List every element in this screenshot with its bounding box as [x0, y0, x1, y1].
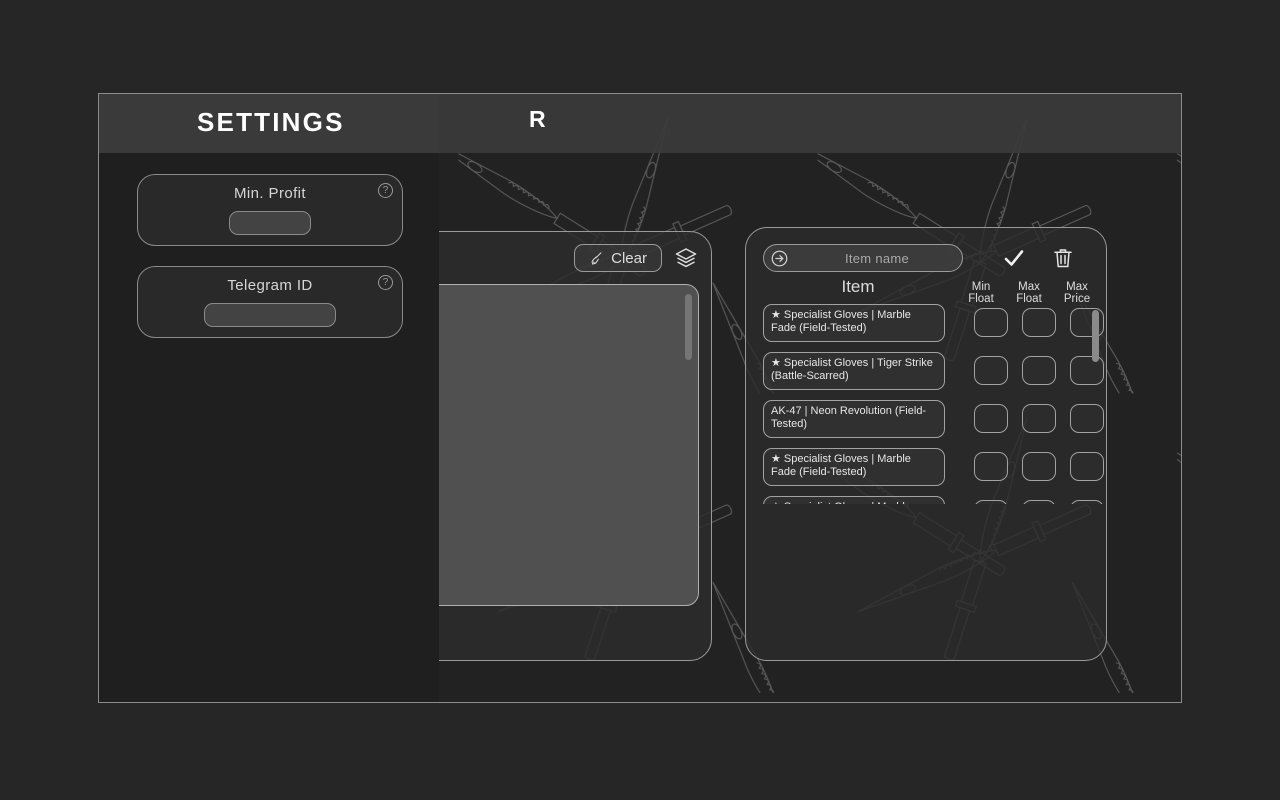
question-mark-icon[interactable]: ? — [378, 183, 393, 198]
min-float-input[interactable] — [974, 404, 1008, 433]
log-textarea-scrollbar[interactable] — [685, 294, 692, 360]
setting-label-telegram-id: Telegram ID — [227, 277, 313, 294]
max-float-input[interactable] — [1022, 500, 1056, 504]
min-profit-input[interactable] — [229, 211, 311, 235]
item-name-input-wrap — [763, 244, 963, 272]
item-name-cell[interactable]: ★ Specialist Gloves | Marble Fade (Field… — [763, 448, 945, 486]
column-header-max-float-line1: Max — [1018, 281, 1040, 293]
max-float-input[interactable] — [1022, 356, 1056, 385]
broom-icon — [591, 251, 602, 265]
item-name-cell[interactable]: ★ Specialist Gloves | Marble Fade (Field… — [763, 496, 945, 504]
arrow-right-circle-icon[interactable] — [770, 249, 789, 268]
clear-button[interactable]: Clear — [574, 244, 662, 272]
column-header-max-price-line1: Max — [1066, 281, 1088, 293]
table-row: ★ Specialist Gloves | Marble Fade (Field… — [763, 496, 1104, 504]
settings-overlay: SETTINGS Min. Profit ? Telegram ID ? — [99, 94, 439, 702]
table-row: AK-47 | Neon Revolution (Field-Tested) — [763, 400, 1104, 438]
item-search-row — [763, 244, 1093, 272]
item-rows-viewport: ★ Specialist Gloves | Marble Fade (Field… — [746, 304, 1108, 504]
items-list-scroll-thumb[interactable] — [1092, 310, 1099, 362]
setting-card-telegram-id: Telegram ID ? — [137, 266, 403, 338]
checkmark-icon[interactable] — [1001, 246, 1027, 270]
telegram-id-input[interactable] — [204, 303, 336, 327]
min-float-input[interactable] — [974, 500, 1008, 504]
app-window: R Clear Item name Item Min Float Max Flo… — [98, 93, 1182, 703]
column-header-max-price: Max Price — [1054, 281, 1100, 306]
setting-card-min-profit: Min. Profit ? — [137, 174, 403, 246]
layers-icon[interactable] — [674, 246, 698, 270]
items-panel: Item Min Float Max Float Max Price ★ Spe… — [745, 227, 1107, 661]
item-name-cell[interactable]: ★ Specialist Gloves | Marble Fade (Field… — [763, 304, 945, 342]
item-name-cell[interactable]: AK-47 | Neon Revolution (Field-Tested) — [763, 400, 945, 438]
column-header-max-float: Max Float — [1006, 281, 1052, 306]
clear-button-label: Clear — [611, 249, 647, 267]
table-row: ★ Specialist Gloves | Tiger Strike (Batt… — [763, 352, 1104, 390]
item-name-cell[interactable]: ★ Specialist Gloves | Tiger Strike (Batt… — [763, 352, 945, 390]
settings-title: SETTINGS — [197, 107, 345, 137]
log-panel-toolbar: Clear — [574, 244, 698, 272]
column-header-min-float-line1: Min — [971, 281, 991, 293]
question-mark-icon[interactable]: ? — [378, 275, 393, 290]
column-header-min-float: Min Float — [958, 281, 1004, 306]
setting-label-min-profit: Min. Profit — [234, 185, 306, 202]
table-row: ★ Specialist Gloves | Marble Fade (Field… — [763, 448, 1104, 486]
min-float-input[interactable] — [974, 452, 1008, 481]
max-float-input[interactable] — [1022, 404, 1056, 433]
header-title-fragment: R — [529, 106, 547, 132]
max-float-input[interactable] — [1022, 452, 1056, 481]
max-float-input[interactable] — [1022, 308, 1056, 337]
items-list-scrollbar[interactable] — [1092, 310, 1099, 502]
min-float-input[interactable] — [974, 356, 1008, 385]
min-float-input[interactable] — [974, 308, 1008, 337]
item-name-input[interactable] — [794, 245, 960, 271]
trash-icon[interactable] — [1051, 246, 1075, 270]
table-row: ★ Specialist Gloves | Marble Fade (Field… — [763, 304, 1104, 342]
column-header-item: Item — [841, 277, 875, 296]
